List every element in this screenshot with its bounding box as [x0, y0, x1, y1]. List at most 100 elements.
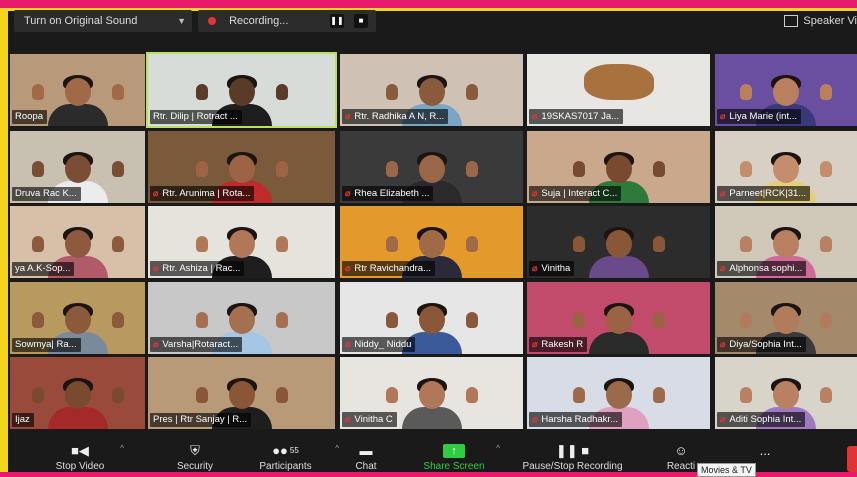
stop-video-label: Stop Video [55, 461, 105, 472]
participant-name-label: ⌀ Rhea Elizabeth ... [342, 186, 434, 201]
participant-name-label: ⌀ Rtr. Arunima | Rota... [150, 186, 255, 201]
video-tile[interactable]: ⌀ Liya Marie (int... [715, 54, 857, 126]
video-tile[interactable]: ⌀ Rhea Elizabeth ... [340, 131, 523, 203]
speaker-view-button[interactable]: Speaker Vi [784, 10, 857, 32]
waving-hand [195, 161, 208, 177]
video-tile[interactable]: ⌀ Parneet|RCK|31... [715, 131, 857, 203]
waving-hand [111, 312, 124, 328]
waving-hand [385, 161, 398, 177]
grid-view-icon [784, 15, 799, 28]
participant-head [605, 230, 632, 258]
pause-stop-icon: ❚❚ ■ [555, 443, 590, 458]
waving-hand [740, 387, 752, 403]
participant-name-label: ⌀ Diya/Sophia Int... [717, 337, 806, 352]
participant-body [401, 407, 462, 429]
video-tile[interactable]: Pres | Rtr Sanjay | R... [148, 357, 335, 429]
video-tile[interactable]: ⌀ Rtr. Arunima | Rota... [148, 131, 335, 203]
recording-dot-icon [208, 17, 216, 26]
chevron-up-icon[interactable]: ^ [120, 444, 124, 453]
video-tile[interactable]: ⌀ Aditi Sophia Int... [715, 357, 857, 429]
participant-name-label: ⌀ Harsha Radhakr... [529, 412, 622, 427]
waving-hand [652, 312, 665, 328]
video-tile[interactable]: ⌀ 19SKAS7017 Ja... [527, 54, 710, 126]
video-tile[interactable]: ⌀ Diya/Sophia Int... [715, 282, 857, 354]
more-button[interactable]: ... [750, 444, 780, 461]
original-sound-button[interactable]: Turn on Original Sound ▼ [14, 10, 192, 32]
mic-muted-icon: ⌀ [345, 339, 351, 349]
mic-muted-icon: ⌀ [720, 188, 726, 198]
chevron-down-icon[interactable]: ▼ [177, 10, 186, 32]
video-tile[interactable]: ⌀ Alphonsa sophi... [715, 206, 857, 278]
video-tile[interactable]: ⌀ Niddy_ Niddu [340, 282, 523, 354]
participant-name: Rtr. Arunima | Rota... [162, 188, 251, 199]
waving-hand [275, 161, 288, 177]
pause-icon[interactable]: ❚❚ [330, 14, 344, 28]
mic-muted-icon: ⌀ [532, 111, 538, 121]
chat-button[interactable]: ▬ Chat [346, 443, 386, 473]
participant-figure [572, 303, 665, 354]
video-tile[interactable]: ⌀ Suja | Interact C... [527, 131, 710, 203]
video-tile[interactable]: ⌀ Rakesh R [527, 282, 710, 354]
waving-hand [820, 387, 832, 403]
participant-head [773, 78, 799, 106]
participant-head [605, 381, 632, 409]
participant-name: Pres | Rtr Sanjay | R... [153, 414, 248, 425]
waving-hand [31, 84, 44, 100]
participants-icon: ●● 55 [272, 443, 299, 458]
participant-name: Rtr. Radhika A N, R... [354, 111, 445, 122]
participant-head [418, 306, 445, 334]
video-tile[interactable]: ya A.K-Sop... [10, 206, 145, 278]
participant-head [418, 230, 445, 258]
waving-hand [820, 84, 832, 100]
participants-button[interactable]: ●● 55 Participants ^ [248, 443, 339, 473]
participant-count: 55 [289, 446, 299, 455]
chat-bubble-icon: ▬ [359, 443, 373, 458]
video-tile[interactable]: Druva Rac K... [10, 131, 145, 203]
participant-head [605, 306, 632, 334]
share-screen-icon: ↑ [443, 444, 465, 458]
participant-figure [31, 75, 124, 126]
pause-stop-recording-button[interactable]: ❚❚ ■ Pause/Stop Recording [510, 443, 635, 473]
mic-muted-icon: ⌀ [532, 188, 538, 198]
video-tile[interactable]: Rtr. Dilip | Rotract ... [146, 52, 337, 128]
video-tile[interactable]: Roopa [10, 54, 145, 126]
share-screen-button[interactable]: ↑ Share Screen ^ [414, 444, 500, 472]
waving-hand [572, 236, 585, 252]
waving-hand [572, 387, 585, 403]
stop-icon[interactable]: ■ [354, 14, 368, 28]
participant-name-label: ⌀ Varsha|Rotaract... [150, 337, 243, 352]
stop-video-button[interactable]: ■◀ Stop Video ^ [50, 444, 124, 473]
participant-name: Liya Marie (int... [729, 111, 797, 122]
video-tile[interactable]: Ijaz [10, 357, 145, 429]
video-tile[interactable]: Sowmya| Ra... [10, 282, 145, 354]
chevron-up-icon[interactable]: ^ [335, 444, 339, 453]
waving-hand [111, 161, 124, 177]
video-grid: Roopa Rtr. Dilip | Rotract ... ⌀ Rtr. Radhi… [10, 52, 857, 430]
video-tile[interactable]: ⌀ Harsha Radhakr... [527, 357, 710, 429]
participant-name: Ijaz [15, 414, 30, 425]
waving-hand [740, 161, 752, 177]
video-tile[interactable]: ⌀ Rtr. Ashiza | Rac... [148, 206, 335, 278]
speaker-view-label: Speaker Vi [803, 15, 857, 27]
video-object [583, 64, 654, 100]
waving-hand [820, 312, 832, 328]
participant-name-label: Rtr. Dilip | Rotract ... [150, 110, 242, 124]
original-sound-label: Turn on Original Sound [24, 15, 138, 27]
waving-hand [275, 84, 288, 100]
waving-hand [385, 387, 398, 403]
waving-hand [31, 387, 44, 403]
video-tile[interactable]: ⌀ Rtr. Radhika A N, R... [340, 54, 523, 126]
video-tile[interactable]: ⌀ Rtr Ravichandra... [340, 206, 523, 278]
video-tile[interactable]: ⌀ Varsha|Rotaract... [148, 282, 335, 354]
participant-head [418, 78, 445, 106]
participant-head [773, 381, 799, 409]
waving-hand [275, 312, 288, 328]
end-meeting-button[interactable] [847, 446, 857, 472]
participant-name: Varsha|Rotaract... [162, 339, 239, 350]
chevron-up-icon[interactable]: ^ [496, 444, 500, 453]
participant-name-label: ⌀ Parneet|RCK|31... [717, 186, 811, 201]
security-button[interactable]: ⛨ Security [165, 444, 225, 473]
taskbar-tooltip: Movies & TV [697, 463, 756, 477]
video-tile[interactable]: ⌀ Vinitha C [340, 357, 523, 429]
video-tile[interactable]: ⌀ Vinitha [527, 206, 710, 278]
